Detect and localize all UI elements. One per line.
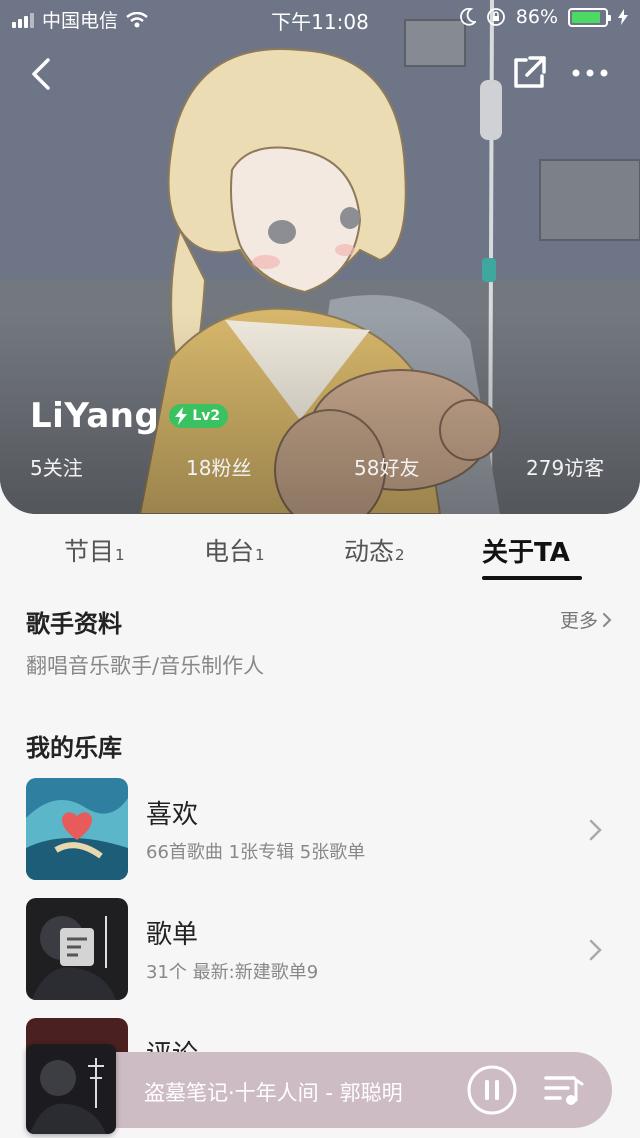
tab-radio[interactable]: 电台1 [204,532,265,568]
tab-programs[interactable]: 节目1 [64,532,125,568]
queue-icon[interactable] [544,1072,584,1108]
playlists-cover-art [26,898,128,1000]
library-item-playlists[interactable]: 歌单 31个 最新:新建歌单9 [0,898,640,1002]
battery-label: 86% [515,6,558,28]
likes-cover [26,778,128,880]
charging-icon [618,9,628,25]
library-item-title: 喜欢 [146,800,199,830]
more-icon[interactable] [570,58,610,88]
profile-name: LiYang [30,396,160,436]
battery-fill [572,11,600,23]
stat-following[interactable]: 5关注 [30,452,83,481]
library-item-subtitle: 31个 最新:新建歌单9 [146,962,319,983]
back-arrow-icon[interactable] [26,54,58,94]
profile-tabs: 节目1 电台1 动态2 关于TA [0,526,640,586]
tab-count: 2 [395,546,405,564]
library-item-subtitle: 66首歌曲 1张专辑 5张歌单 [146,842,366,863]
singer-info-title: 歌手资料 [26,610,122,638]
pause-icon[interactable] [466,1064,518,1116]
more-label: 更多 [559,610,598,632]
tab-label: 节目 [64,537,115,566]
tab-moments[interactable]: 动态2 [344,532,405,568]
bolt-icon [175,407,188,425]
stat-fans[interactable]: 18粉丝 [186,452,251,481]
player-cover-art [26,1044,116,1134]
singer-info-more-link[interactable]: 更多 [560,606,612,633]
tab-label: 电台 [204,537,255,566]
status-right: 86% [459,6,628,28]
stat-friends[interactable]: 58好友 [354,452,419,481]
chevron-right-icon [603,612,612,627]
playlists-cover [26,898,128,1000]
chevron-right-icon [589,939,602,961]
profile-name-row: LiYang Lv2 [30,396,229,436]
status-bar: 中国电信 下午11:08 86% [0,0,640,36]
tab-active-indicator [482,576,582,580]
likes-cover-art [26,778,128,880]
library-item-title: 歌单 [146,920,199,950]
chevron-right-icon [589,819,602,841]
tab-about[interactable]: 关于TA [482,532,570,569]
tab-label: 关于TA [482,538,570,568]
tab-count: 1 [255,546,265,564]
share-icon[interactable] [510,54,548,92]
stat-visitors[interactable]: 279访客 [526,452,604,481]
profile-hero: 中国电信 下午11:08 86% LiYang Lv2 5关注 18粉丝 58好… [0,0,640,514]
battery-icon [568,7,611,27]
player-cover[interactable] [26,1044,116,1134]
tab-label: 动态 [344,537,395,566]
singer-description: 翻唱音乐歌手/音乐制作人 [26,654,265,678]
library-title: 我的乐库 [26,734,122,762]
level-badge[interactable]: Lv2 [169,404,229,428]
moon-icon [459,8,476,26]
profile-stats: 5关注 18粉丝 58好友 279访客 [0,452,640,480]
orientation-lock-icon [486,8,505,26]
library-item-likes[interactable]: 喜欢 66首歌曲 1张专辑 5张歌单 [0,778,640,882]
level-label: Lv2 [192,408,221,424]
now-playing-title[interactable]: 盗墓笔记·十年人间 - 郭聪明 [144,1077,450,1107]
tab-count: 1 [115,546,125,564]
